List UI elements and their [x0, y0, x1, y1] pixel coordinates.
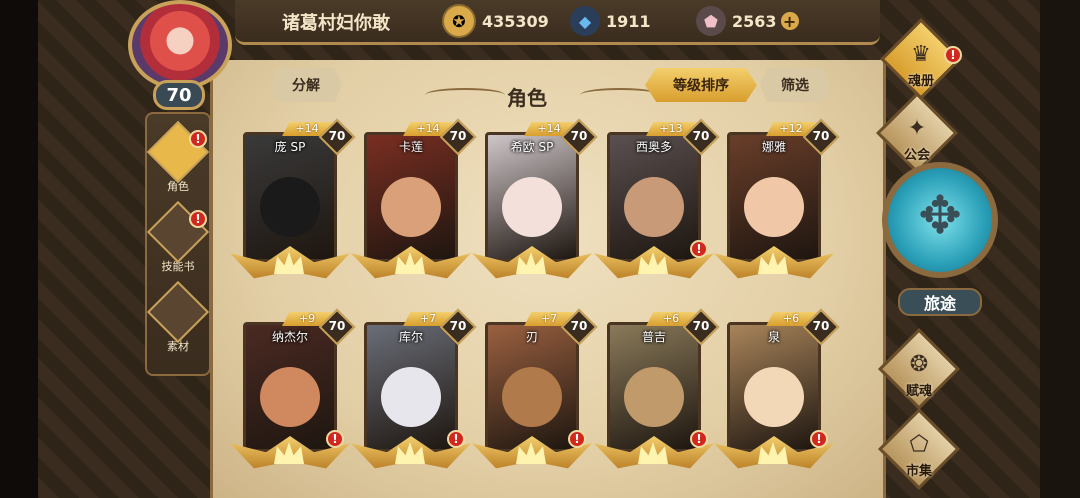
title-ornament-right [580, 88, 660, 102]
journey-label: 旅途 [898, 288, 982, 316]
hero-card[interactable]: 普吉 +6 70! [594, 308, 720, 488]
left-nav: 角色 ! 技能书 ! 素材 [145, 112, 211, 376]
hero-face [260, 366, 320, 427]
hero-card[interactable]: 娜雅 +12 70 [714, 118, 840, 298]
hero-level: 70 [692, 319, 710, 333]
title-ornament-left [425, 88, 505, 102]
filter-button[interactable]: 筛选 [760, 68, 830, 102]
section-title: 角色 [507, 86, 547, 110]
hero-face [744, 366, 804, 427]
hero-level: 70 [328, 319, 346, 333]
gold-resource: ✪ 435309 [442, 4, 549, 38]
hero-card[interactable]: 希欧 SP +14 70 [472, 118, 598, 298]
nav-label: 市集 [905, 464, 932, 479]
hero-face [744, 176, 804, 237]
nav-label: 赋魂 [905, 384, 932, 399]
gem-resource: ⬟ 2563 + [696, 5, 799, 37]
crystal-value: 1911 [606, 11, 651, 31]
hero-card[interactable]: 西奥多 +13 70! [594, 118, 720, 298]
hero-level: 70 [812, 319, 830, 333]
left-edge [0, 0, 38, 498]
right-edge [1040, 0, 1080, 498]
hero-face [502, 176, 562, 237]
gem-value: 2563 [732, 11, 777, 31]
player-avatar-area[interactable]: 70 [120, 0, 238, 110]
player-level-badge: 70 [153, 80, 205, 110]
crystal-resource: ◆ 1911 [570, 5, 651, 37]
hero-card[interactable]: 泉 +6 70! [714, 308, 840, 488]
alert-icon: ! [690, 240, 708, 258]
market-gem-icon: ⬠ [909, 431, 929, 457]
journey-button[interactable]: ✥ 旅途 [880, 160, 1000, 320]
hero-level: 70 [812, 129, 830, 143]
avatar[interactable] [128, 0, 232, 90]
alert-icon: ! [447, 430, 465, 448]
hero-level: 70 [449, 129, 467, 143]
nav-item-hero[interactable]: 角色 ! [146, 120, 210, 194]
hero-face [381, 176, 441, 237]
hero-level: 70 [570, 129, 588, 143]
soul-book-icon: ♛ [911, 41, 931, 67]
hero-level: 70 [570, 319, 588, 333]
alert-icon: ! [810, 430, 828, 448]
hero-card[interactable]: 庞 SP +14 70 [230, 118, 356, 298]
alert-icon: ! [568, 430, 586, 448]
hero-face [624, 366, 684, 427]
journey-compass-icon: ✥ [918, 186, 962, 246]
nav-item-skill-book[interactable]: 技能书 ! [146, 200, 210, 274]
hero-face [260, 176, 320, 237]
alert-icon: ! [189, 130, 207, 148]
alert-icon: ! [690, 430, 708, 448]
nav-item-material[interactable]: 素材 [146, 280, 210, 354]
alert-icon: ! [326, 430, 344, 448]
hero-level: 70 [449, 319, 467, 333]
hero-face [624, 176, 684, 237]
nav-market[interactable]: ⬠ 市集 [876, 407, 966, 491]
nav-label: 魂册 [907, 74, 934, 89]
player-name: 诸葛村妇你敢 [282, 13, 390, 34]
hero-card[interactable]: 库尔 +7 70! [351, 308, 477, 488]
hero-level: 70 [692, 129, 710, 143]
hero-card[interactable]: 卡莲 +14 70 [351, 118, 477, 298]
guild-bird-icon: ✦ [907, 115, 927, 141]
hero-level: 70 [328, 129, 346, 143]
material-creature-icon [146, 280, 210, 344]
nav-soul-enchant[interactable]: ❂ 赋魂 [876, 327, 966, 411]
soul-swirl-icon: ❂ [909, 351, 929, 377]
nav-soul-book[interactable]: ♛ 魂册 ! [878, 17, 968, 101]
alert-icon: ! [944, 46, 962, 64]
hero-face [502, 366, 562, 427]
alert-icon: ! [189, 210, 207, 228]
hero-card[interactable]: 刃 +7 70! [472, 308, 598, 488]
hero-face [381, 366, 441, 427]
pink-gem-icon: ⬟ [696, 6, 726, 36]
decompose-button[interactable]: 分解 [270, 68, 342, 102]
blue-crystal-icon: ◆ [570, 6, 600, 36]
hero-card[interactable]: 纳杰尔 +9 70! [230, 308, 356, 488]
sort-by-level-button[interactable]: 等级排序 [645, 68, 757, 102]
add-gem-button[interactable]: + [780, 12, 799, 31]
gold-coin-icon: ✪ [442, 4, 476, 38]
gold-value: 435309 [482, 11, 549, 31]
